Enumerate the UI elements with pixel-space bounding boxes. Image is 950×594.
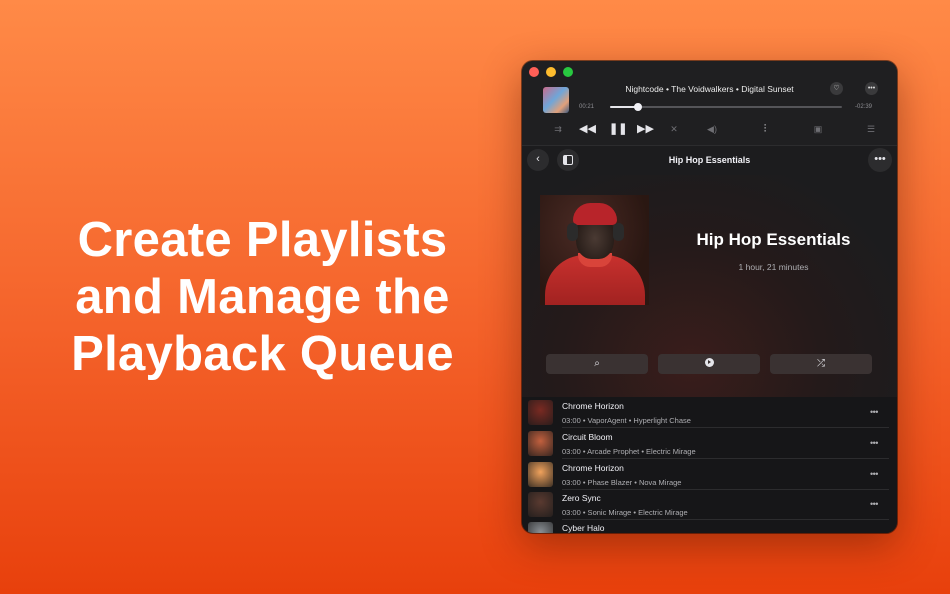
- track-title: Circuit Bloom: [562, 432, 613, 442]
- playlist-duration: 1 hour, 21 minutes: [738, 262, 809, 272]
- track-meta: 03:00 • Sonic Mirage • Electric Mirage: [562, 508, 688, 517]
- shuffle-button[interactable]: ⤮: [770, 354, 872, 374]
- track-artwork: [528, 492, 553, 517]
- volume-icon[interactable]: ◀): [706, 123, 718, 135]
- list-item[interactable]: Cyber Halo: [522, 519, 897, 533]
- list-item[interactable]: Circuit Bloom 03:00 • Arcade Prophet • E…: [522, 428, 897, 459]
- rewind-icon[interactable]: ◀◀: [579, 123, 596, 135]
- search-icon: ⌕: [594, 358, 600, 369]
- time-elapsed: 00:21: [579, 104, 595, 110]
- progress-slider[interactable]: [610, 103, 842, 111]
- track-artwork: [528, 400, 553, 425]
- headline-line-3: Playback Queue: [71, 327, 454, 381]
- fast-forward-icon[interactable]: ▶▶: [637, 123, 654, 135]
- time-remaining: -02:39: [855, 104, 873, 110]
- progress-knob[interactable]: [633, 103, 642, 111]
- playlist-header: Hip Hop Essentials 1 hour, 21 minutes ⌕ …: [522, 175, 897, 397]
- track-meta: 03:00 • Phase Blazer • Nova Mirage: [562, 478, 682, 487]
- minimize-window-button[interactable]: [546, 67, 556, 77]
- track-meta: 03:00 • VaporAgent • Hyperlight Chase: [562, 416, 691, 425]
- ellipsis-icon[interactable]: •••: [870, 469, 878, 479]
- close-window-button[interactable]: [529, 67, 539, 77]
- shuffle-icon: ⤮: [817, 358, 825, 369]
- pause-icon[interactable]: ❚❚: [609, 123, 627, 135]
- headline-line-1: Create Playlists: [77, 213, 448, 267]
- track-list: Chrome Horizon 03:00 • VaporAgent • Hype…: [522, 397, 897, 533]
- search-button[interactable]: ⌕: [546, 354, 648, 374]
- now-playing-bar: Nightcode • The Voidwalkers • Digital Su…: [522, 61, 897, 145]
- lyrics-icon[interactable]: ▣: [812, 123, 824, 135]
- list-item[interactable]: Chrome Horizon 03:00 • Phase Blazer • No…: [522, 459, 897, 490]
- track-artwork: [528, 522, 553, 533]
- list-item[interactable]: Chrome Horizon 03:00 • VaporAgent • Hype…: [522, 397, 897, 428]
- queue-mode-icon[interactable]: ⇉: [552, 123, 564, 135]
- track-meta: 03:00 • Arcade Prophet • Electric Mirage: [562, 447, 696, 456]
- track-title: Zero Sync: [562, 493, 601, 503]
- ellipsis-icon[interactable]: •••: [870, 499, 878, 509]
- promo-headline: Create Playlists and Manage the Playback…: [30, 212, 495, 383]
- list-icon[interactable]: ☰: [865, 123, 877, 135]
- zoom-window-button[interactable]: [563, 67, 573, 77]
- play-icon: [704, 358, 714, 367]
- headline-line-2: and Manage the: [75, 270, 450, 324]
- list-item[interactable]: Zero Sync 03:00 • Sonic Mirage • Electri…: [522, 489, 897, 520]
- ellipsis-icon[interactable]: •••: [865, 82, 878, 95]
- app-window: Nightcode • The Voidwalkers • Digital Su…: [522, 61, 897, 533]
- playlist-title: Hip Hop Essentials: [696, 230, 851, 249]
- ellipsis-icon[interactable]: •••: [870, 438, 878, 448]
- navigation-bar: ‹ Hip Hop Essentials •••: [522, 145, 897, 175]
- ellipsis-icon[interactable]: •••: [870, 407, 878, 417]
- ellipsis-icon[interactable]: •••: [868, 148, 892, 172]
- track-title: Cyber Halo: [562, 523, 605, 533]
- play-button[interactable]: [658, 354, 760, 374]
- track-artwork: [528, 462, 553, 487]
- heart-icon[interactable]: ♡: [830, 82, 843, 95]
- track-title: Chrome Horizon: [562, 463, 624, 473]
- playlist-cover-art: [540, 195, 649, 305]
- window-controls: [529, 67, 573, 77]
- shuffle-icon[interactable]: ✕: [669, 123, 679, 135]
- page-title: Hip Hop Essentials: [668, 155, 751, 165]
- equalizer-icon[interactable]: ⫶: [759, 123, 771, 135]
- track-artwork: [528, 431, 553, 456]
- track-title: Chrome Horizon: [562, 401, 624, 411]
